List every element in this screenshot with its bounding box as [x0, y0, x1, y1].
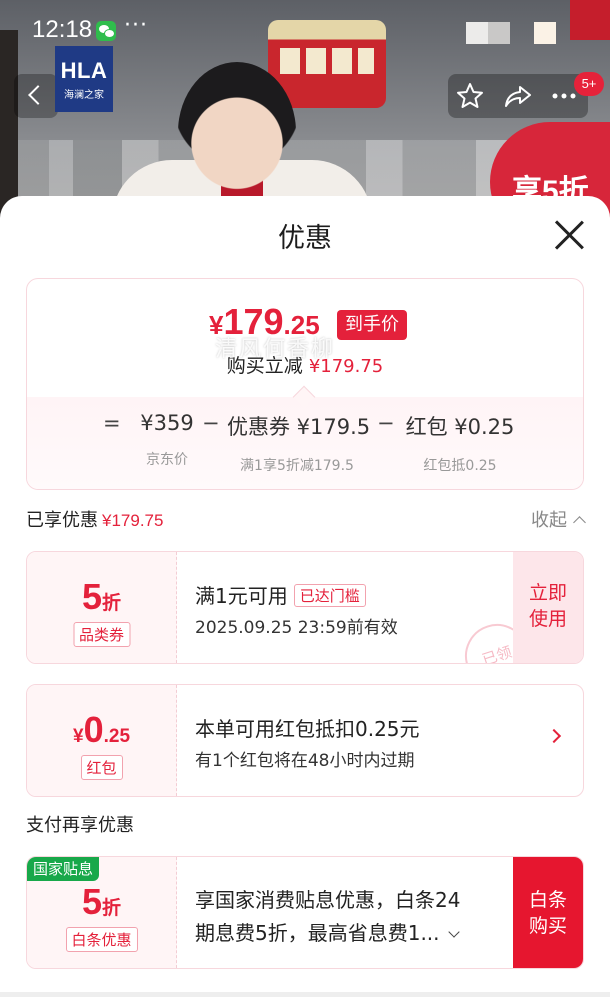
gov-subsidy-label: 国家贴息 — [27, 857, 100, 881]
status-indicator-2 — [534, 22, 556, 44]
redpacket-left: ¥0.25 红包 — [27, 685, 177, 796]
redpacket-value: ¥0.25 — [27, 709, 176, 751]
collapse-label: 收起 — [531, 510, 567, 531]
coupon-discount-caption: 满1享5折减179.5 — [240, 458, 354, 474]
redpacket-decimal: .25 — [103, 726, 131, 747]
equals-sign: = — [103, 411, 121, 435]
threshold-tag: 已达门槛 — [293, 584, 366, 607]
applied-discounts-header: 已享优惠 ¥179.75 收起 — [26, 506, 586, 536]
use-now-line2: 使用 — [528, 608, 567, 630]
baitiao-value-number: 5 — [81, 881, 102, 922]
redpacket-discount-amount: 红包 ¥0.25 — [405, 415, 515, 439]
coupon-validity: 2025.09.25 23:59前有效 — [195, 618, 398, 638]
cart-count-badge: 5+ — [574, 72, 604, 96]
share-icon[interactable] — [502, 80, 534, 112]
list-price-amount: ¥359 — [140, 411, 194, 435]
coupon-value-unit: 折 — [102, 593, 122, 614]
price-summary-card: ¥179.25 到手价 购买立减 ¥179.75 = ¥359 京东价 − 优惠… — [26, 278, 584, 490]
wechat-icon — [96, 21, 116, 41]
redpacket-discount-caption: 红包抵0.25 — [423, 458, 497, 474]
coupon-left: 5折 品类券 — [27, 552, 177, 663]
price-formula: = ¥359 京东价 − 优惠券 ¥179.5 满1享5折减179.5 − 红包… — [27, 397, 583, 489]
redpacket-subtitle: 有1个红包将在48小时内过期 — [195, 751, 415, 771]
status-indicator — [466, 22, 510, 44]
collapse-toggle[interactable]: 收起 — [531, 506, 586, 532]
redpacket-tag: 红包 — [80, 755, 123, 780]
applied-amount: ¥179.75 — [102, 511, 164, 530]
formula-coupon: 优惠券 ¥179.5 满1享5折减179.5 — [227, 411, 371, 475]
baitiao-tag: 白条优惠 — [65, 927, 138, 952]
coupon-title-text: 满1元可用 — [195, 584, 288, 608]
baitiao-line2-text: 期息费5折，最高省息费1... — [195, 921, 440, 945]
baitiao-value-unit: 折 — [102, 898, 122, 919]
final-price-badge: 到手价 — [337, 310, 407, 340]
coupon-type-tag: 品类券 — [72, 622, 131, 647]
minus-sign-2: − — [377, 411, 395, 435]
coupon-discount-amount: 优惠券 ¥179.5 — [227, 415, 371, 439]
list-price-caption: 京东价 — [146, 452, 188, 468]
brand-logo-main: HLA — [60, 58, 108, 83]
applied-label: 已享优惠 — [26, 510, 98, 531]
baitiao-line2[interactable]: 期息费5折，最高省息费1... — [195, 917, 460, 946]
pay-discount-header: 支付再享优惠 — [26, 811, 584, 841]
redpacket-currency: ¥ — [72, 726, 84, 747]
chevron-down-icon — [447, 926, 460, 938]
back-button[interactable] — [14, 74, 58, 118]
baitiao-card: 5折 白条优惠 国家贴息 享国家消费贴息优惠，白条24 期息费5折，最高省息费1… — [26, 856, 584, 969]
redpacket-integer: 0 — [83, 709, 104, 750]
baitiao-line1: 享国家消费贴息优惠，白条24 — [195, 888, 461, 912]
coupon-value-number: 5 — [81, 576, 102, 617]
use-now-button[interactable]: 立即 使用 — [513, 552, 583, 663]
coupon-title: 满1元可用 已达门槛 — [195, 580, 366, 609]
star-icon[interactable] — [454, 80, 486, 112]
banner-model-head — [178, 62, 296, 202]
watermark: 清风何香柳 — [215, 337, 336, 362]
redpacket-card[interactable]: ¥0.25 红包 本单可用红包抵扣0.25元 有1个红包将在48小时内过期 — [26, 684, 584, 797]
bottom-edge — [0, 992, 610, 997]
pay-section-label: 支付再享优惠 — [26, 815, 134, 836]
status-time: 12:18 — [32, 16, 93, 43]
sheet-title: 优惠 — [278, 223, 332, 254]
chevron-up-icon — [573, 516, 586, 529]
formula-redpacket: 红包 ¥0.25 红包抵0.25 — [405, 411, 515, 475]
baitiao-buy-line2: 购买 — [528, 915, 567, 937]
chevron-right-icon — [546, 728, 562, 744]
formula-list-price: ¥359 京东价 — [131, 411, 203, 469]
close-button[interactable] — [552, 218, 586, 252]
coupon-card: 5折 品类券 满1元可用 已达门槛 2025.09.25 23:59前有效 已领 … — [26, 551, 584, 664]
discount-sheet: 优惠 ¥179.25 到手价 购买立减 ¥179.75 = ¥359 京东价 −… — [0, 196, 610, 997]
coupon-value: 5折 — [27, 576, 176, 618]
action-pill — [448, 74, 588, 118]
baitiao-value: 5折 — [27, 881, 176, 923]
use-now-line1: 立即 — [528, 582, 567, 604]
brand-logo-sub: 海澜之家 — [64, 90, 104, 101]
brand-logo: HLA 海澜之家 — [55, 46, 113, 112]
status-more-dots: ··· — [124, 13, 148, 38]
baitiao-buy-button[interactable]: 白条 购买 — [513, 857, 583, 968]
minus-sign-1: − — [202, 411, 220, 435]
redpacket-title: 本单可用红包抵扣0.25元 — [195, 717, 420, 741]
baitiao-buy-line1: 白条 — [528, 889, 567, 911]
